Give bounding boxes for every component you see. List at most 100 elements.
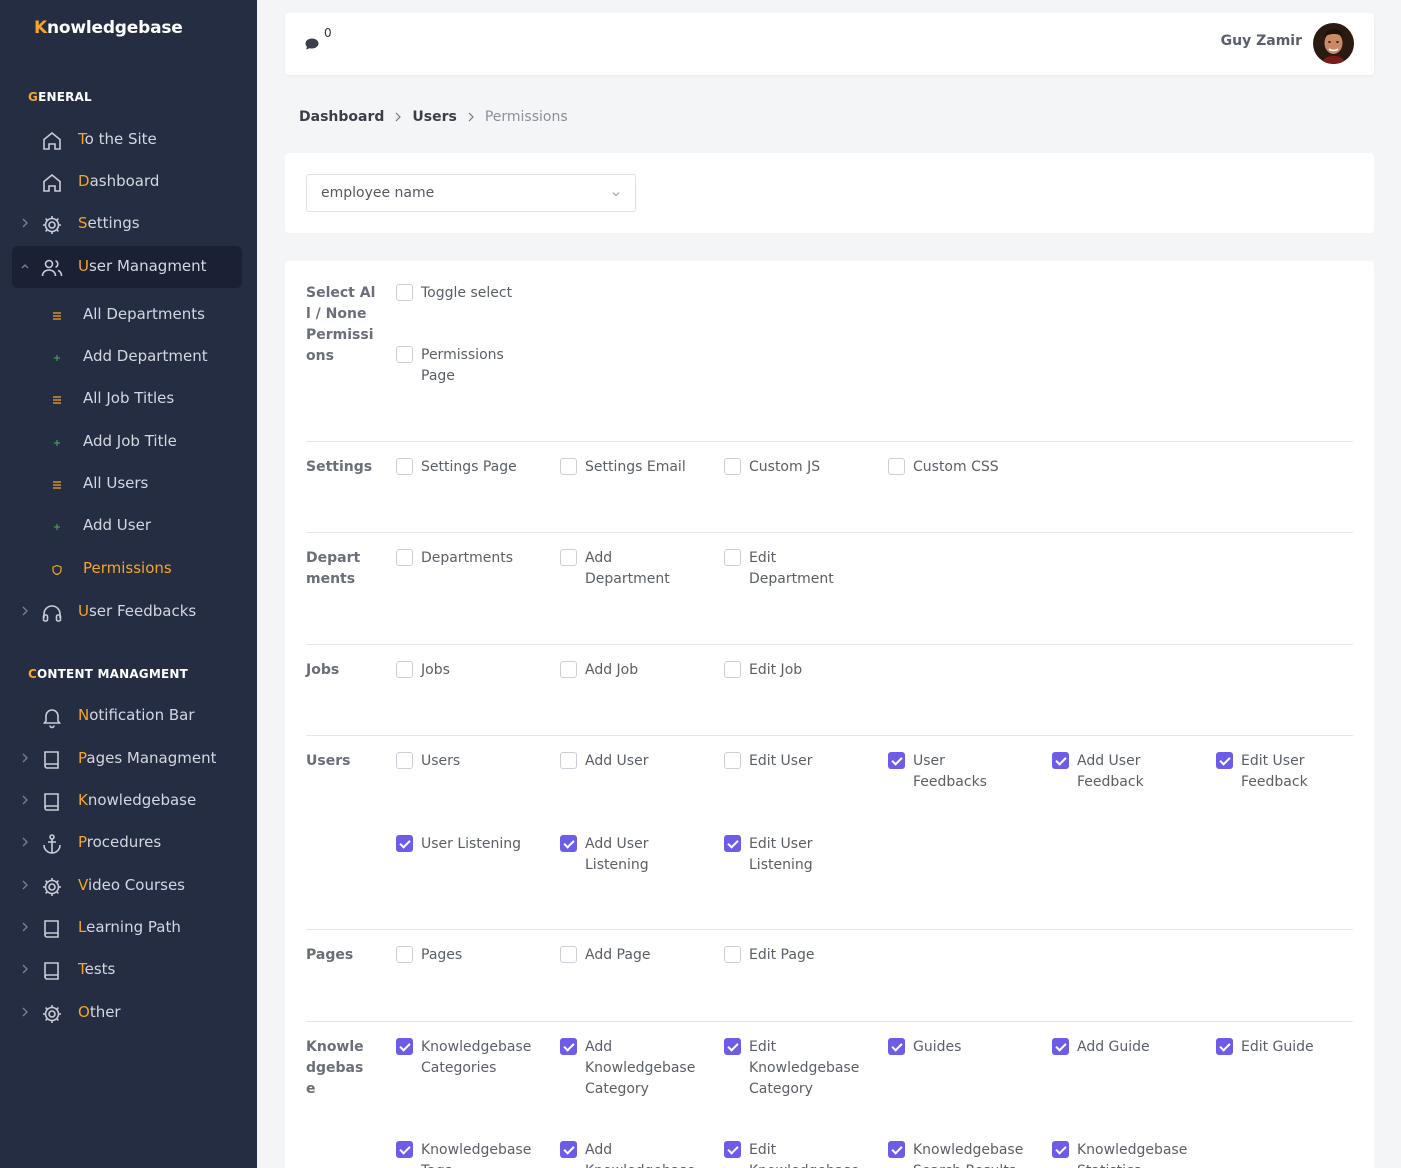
sidebar-sub-add-user[interactable]: Add User [40,507,240,547]
checkbox-box[interactable] [888,752,905,769]
sidebar-item-user-managment[interactable]: User Managment [12,246,242,288]
checkbox-knowledgebase-statistics[interactable]: Knowledgebase Statistics [1052,1140,1197,1168]
checkbox-add-department[interactable]: Add Department [560,548,685,590]
checkbox-box[interactable] [724,1141,741,1158]
checkbox-knowledgebase-categories[interactable]: Knowledgebase Categories [396,1037,546,1079]
sidebar-sub-all-users[interactable]: All Users [40,465,240,505]
sidebar-item-other[interactable]: Other [12,992,242,1034]
checkbox-box[interactable] [396,1141,413,1158]
checkbox-add-user[interactable]: Add User [560,751,710,772]
checkbox-edit-knowledgebase-category[interactable]: Edit Knowledgebase Category [724,1037,869,1100]
checkbox-box[interactable] [560,1141,577,1158]
sidebar-sub-add-job-title[interactable]: Add Job Title [40,423,240,463]
checkbox-box[interactable] [1216,1038,1233,1055]
checkbox-box[interactable] [1216,752,1233,769]
checkbox-edit-user[interactable]: Edit User [724,751,874,772]
checkbox-settings-page[interactable]: Settings Page [396,457,546,478]
checkbox-guides[interactable]: Guides [888,1037,1038,1058]
checkbox-permissions-page[interactable]: Permissions Page [396,345,521,387]
checkbox-knowledgebase-tags[interactable]: Knowledgebase Tags [396,1140,546,1168]
checkbox-box[interactable] [724,1038,741,1055]
checkbox-box[interactable] [724,752,741,769]
breadcrumb-users[interactable]: Users [412,109,456,125]
employee-select[interactable]: employee name [306,174,636,212]
checkbox-departments[interactable]: Departments [396,548,546,569]
sidebar-item-procedures[interactable]: Procedures [12,822,242,864]
checkbox-box[interactable] [1052,1038,1069,1055]
checkbox-box[interactable] [724,549,741,566]
checkbox-settings-email[interactable]: Settings Email [560,457,710,478]
group-label-knowledgebase: Knowledgebase [306,1039,364,1097]
sidebar-item-learning-path[interactable]: Learning Path [12,907,242,949]
sidebar-item-user-feedbacks[interactable]: User Feedbacks [12,591,242,633]
checkbox-box[interactable] [560,752,577,769]
checkbox-box[interactable] [888,1141,905,1158]
checkbox-custom-css[interactable]: Custom CSS [888,457,1038,478]
sidebar-item-to-the-site[interactable]: To the Site [12,119,242,161]
checkbox-box[interactable] [888,1038,905,1055]
checkbox-box[interactable] [724,458,741,475]
checkbox-box[interactable] [396,284,413,301]
checkbox-box[interactable] [560,946,577,963]
checkbox-add-job[interactable]: Add Job [560,660,710,681]
checkbox-edit-knowledgebase-tag[interactable]: Edit Knowledgebase Tag [724,1140,869,1168]
checkbox-box[interactable] [396,346,413,363]
checkbox-toggle-select[interactable]: Toggle select [396,283,546,304]
checkbox-box[interactable] [724,661,741,678]
checkbox-box[interactable] [888,458,905,475]
sidebar-item-video-courses[interactable]: Video Courses [12,865,242,907]
checkbox-box[interactable] [560,458,577,475]
checkbox-add-knowledgebase-category[interactable]: Add Knowledgebase Category [560,1037,705,1100]
checkbox-box[interactable] [724,946,741,963]
avatar[interactable] [1313,23,1354,64]
breadcrumb-permissions: Permissions [484,109,568,125]
checkbox-jobs[interactable]: Jobs [396,660,546,681]
checkbox-add-page[interactable]: Add Page [560,945,710,966]
checkbox-box[interactable] [1052,752,1069,769]
checkbox-edit-department[interactable]: Edit Department [724,548,849,590]
checkbox-box[interactable] [396,1038,413,1055]
checkbox-edit-job[interactable]: Edit Job [724,660,874,681]
sidebar-sub-add-department[interactable]: Add Department [40,338,240,378]
checkbox-box[interactable] [396,661,413,678]
checkbox-add-knowledgebase-tag[interactable]: Add Knowledgebase Tag [560,1140,705,1168]
checkbox-box[interactable] [1052,1141,1069,1158]
breadcrumb-dashboard[interactable]: Dashboard [299,109,384,125]
user-name[interactable]: Guy Zamir [1221,33,1302,49]
app-logo[interactable]: Knowledgebase [34,18,183,38]
sidebar-item-tests[interactable]: Tests [12,949,242,991]
sidebar-item-settings[interactable]: Settings [12,203,242,245]
checkbox-user-feedbacks[interactable]: User Feedbacks [888,751,1003,793]
checkbox-edit-user-listening[interactable]: Edit User Listening [724,834,839,876]
checkbox-box[interactable] [724,835,741,852]
checkbox-knowledgebase-search-results[interactable]: Knowledgebase Search Results [888,1140,1033,1168]
checkbox-add-user-feedback[interactable]: Add User Feedback [1052,751,1167,793]
checkbox-users[interactable]: Users [396,751,546,772]
sidebar-item-notification-bar[interactable]: Notification Bar [12,695,242,737]
sidebar-item-pages-managment[interactable]: Pages Managment [12,738,242,780]
checkbox-add-guide[interactable]: Add Guide [1052,1037,1202,1058]
checkbox-box[interactable] [560,835,577,852]
checkbox-box[interactable] [560,1038,577,1055]
checkbox-box[interactable] [560,661,577,678]
checkbox-user-listening[interactable]: User Listening [396,834,546,855]
sidebar-item-knowledgebase[interactable]: Knowledgebase [12,780,242,822]
home-icon [43,173,61,192]
sidebar-sub-permissions[interactable]: Permissions [40,550,240,590]
sidebar-sub-all-job-titles[interactable]: All Job Titles [40,380,240,420]
sidebar-item-dashboard[interactable]: Dashboard [12,161,242,203]
checkbox-box[interactable] [396,549,413,566]
checkbox-box[interactable] [396,946,413,963]
checkbox-box[interactable] [560,549,577,566]
checkbox-custom-js[interactable]: Custom JS [724,457,874,478]
checkbox-pages[interactable]: Pages [396,945,546,966]
checkbox-edit-page[interactable]: Edit Page [724,945,874,966]
checkbox-box[interactable] [396,458,413,475]
checkbox-add-user-listening[interactable]: Add User Listening [560,834,675,876]
checkbox-edit-user-feedback[interactable]: Edit User Feedback [1216,751,1341,793]
sidebar-sub-all-departments[interactable]: All Departments [40,296,240,336]
checkbox-edit-guide[interactable]: Edit Guide [1216,1037,1366,1058]
checkbox-box[interactable] [396,835,413,852]
checkbox-box[interactable] [396,752,413,769]
messages-button[interactable]: 0 [304,26,334,57]
